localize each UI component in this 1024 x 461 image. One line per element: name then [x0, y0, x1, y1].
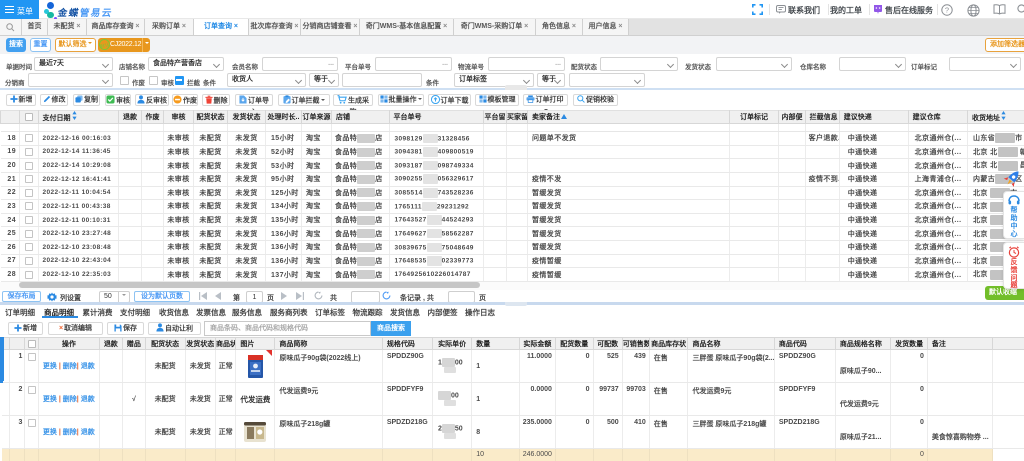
svg-text:?: ?: [945, 5, 949, 14]
